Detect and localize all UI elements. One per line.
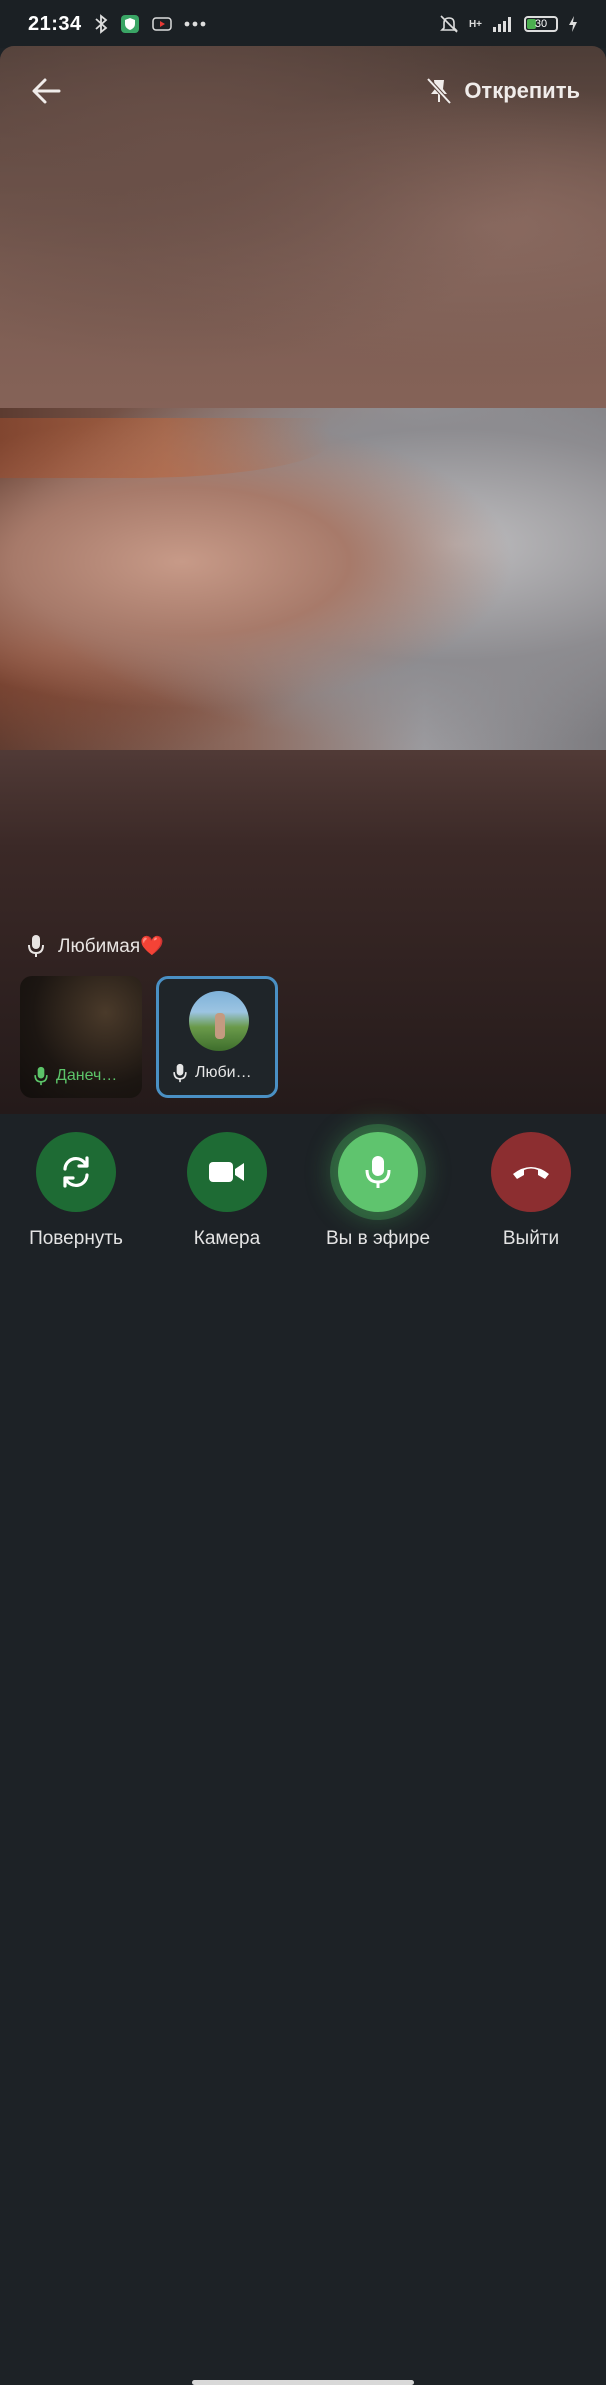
participant-tile[interactable]: Данеч…	[20, 976, 142, 1098]
arrow-left-icon	[32, 78, 61, 104]
microphone-live-button[interactable]	[338, 1132, 418, 1212]
rotate-icon	[63, 1156, 89, 1188]
youtube-icon	[151, 16, 172, 32]
main-video-stage[interactable]: Открепить Любимая❤️ Данеч… Люби…	[0, 46, 606, 1114]
vpn-shield-icon	[120, 14, 140, 34]
signal-icon	[492, 16, 514, 32]
status-time: 21:34	[28, 12, 82, 35]
pin-off-icon	[426, 77, 452, 105]
battery-level: 30	[534, 18, 548, 30]
microphone-icon	[173, 1063, 187, 1083]
participant-name: Данеч…	[56, 1067, 118, 1084]
pinned-video-feed[interactable]	[0, 408, 606, 750]
bluetooth-icon	[94, 14, 108, 34]
live-label: Вы в эфире	[325, 1228, 431, 1249]
network-type: H+	[468, 18, 482, 30]
rotate-camera-button[interactable]	[36, 1132, 116, 1212]
avatar	[189, 991, 249, 1051]
speaker-name: Любимая❤️	[58, 936, 164, 957]
unpin-label: Открепить	[464, 78, 580, 103]
more-dots-icon	[184, 21, 206, 27]
top-bar: Открепить	[0, 46, 606, 136]
participant-name: Люби…	[195, 1064, 252, 1081]
active-speaker: Любимая❤️	[28, 934, 164, 958]
battery-icon: 30	[524, 16, 558, 32]
rotate-label: Повернуть	[29, 1228, 123, 1249]
unpin-button[interactable]: Открепить	[426, 77, 580, 105]
participant-thumbnails: Данеч… Люби…	[20, 976, 278, 1098]
microphone-icon	[365, 1156, 391, 1188]
microphone-icon	[28, 935, 44, 957]
call-controls: Повернуть Камера Вы в эфире Выйти	[0, 1114, 606, 2385]
bell-off-icon	[439, 14, 459, 34]
participant-tile-selected[interactable]: Люби…	[156, 976, 278, 1098]
camera-label: Камера	[193, 1228, 261, 1249]
home-indicator[interactable]	[192, 2380, 414, 2385]
back-button[interactable]	[26, 71, 66, 111]
microphone-icon	[34, 1066, 48, 1086]
camera-button[interactable]	[187, 1132, 267, 1212]
status-bar: 21:34 H+ 30	[0, 0, 606, 48]
video-camera-icon	[209, 1162, 244, 1182]
leave-label: Выйти	[502, 1228, 560, 1249]
leave-call-button[interactable]	[491, 1132, 571, 1212]
charging-icon	[568, 15, 578, 33]
hang-up-icon	[513, 1167, 549, 1179]
